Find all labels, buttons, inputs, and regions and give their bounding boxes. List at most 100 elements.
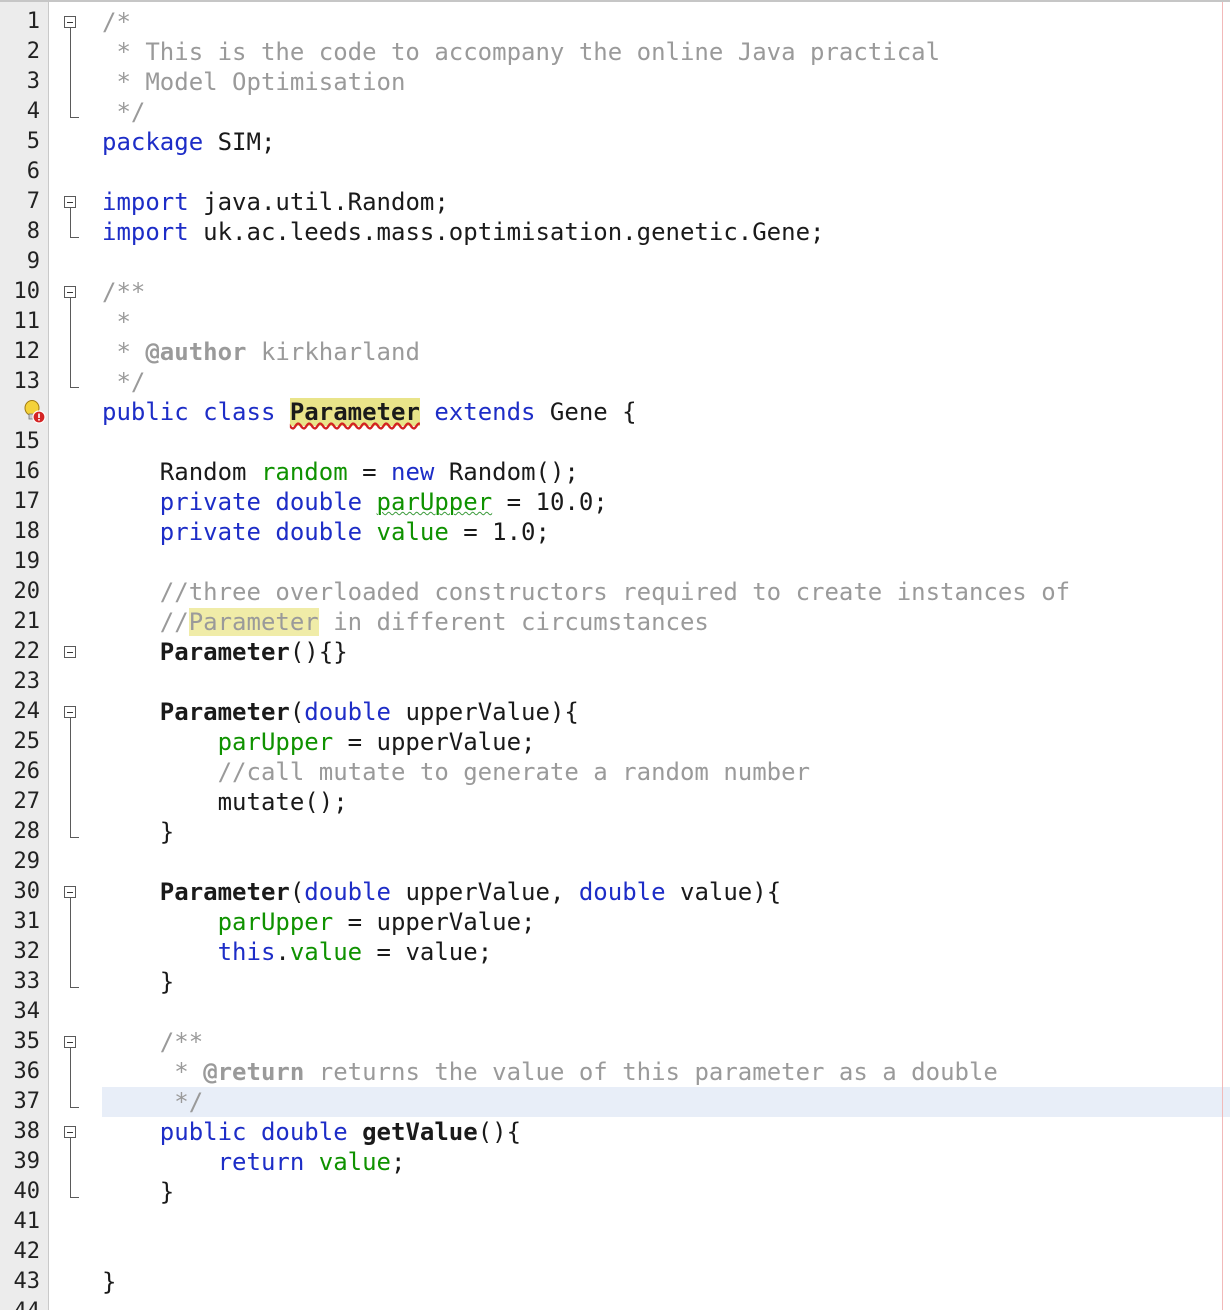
line-number[interactable]: 40 [0, 1177, 41, 1207]
code-line[interactable]: //call mutate to generate a random numbe… [102, 757, 1230, 787]
code-line[interactable]: import uk.ac.leeds.mass.optimisation.gen… [102, 217, 1230, 247]
code-line[interactable]: Parameter(double upperValue){ [102, 697, 1230, 727]
fold-toggle-icon[interactable] [64, 286, 76, 298]
line-number[interactable]: 41 [0, 1207, 41, 1237]
code-line[interactable]: /** [102, 1027, 1230, 1057]
line-number[interactable]: 4 [0, 97, 40, 127]
code-line[interactable]: /** [102, 277, 1230, 307]
code-line[interactable]: return value; [102, 1147, 1230, 1177]
fold-margin[interactable] [48, 2, 98, 1310]
code-editor[interactable]: 1 2 3 4 5 6 7 8 9 10 11 12 13 15 16 17 18 19 20 21 22 23 24 25 2… [0, 0, 1230, 1310]
code-line[interactable]: Random random = new Random(); [102, 457, 1230, 487]
line-number[interactable]: 29 [0, 847, 41, 877]
line-number[interactable]: 33 [0, 967, 41, 997]
line-number[interactable]: 39 [0, 1147, 41, 1177]
code-line[interactable]: } [102, 817, 1230, 847]
code-line[interactable]: public double getValue(){ [102, 1117, 1230, 1147]
line-number[interactable]: 32 [0, 937, 41, 967]
fold-toggle-icon[interactable] [64, 706, 76, 718]
line-number[interactable]: 23 [0, 667, 41, 697]
code-line[interactable]: } [102, 967, 1230, 997]
line-number[interactable]: 10 [0, 277, 41, 307]
code-line[interactable] [102, 1207, 1230, 1237]
fold-toggle-icon[interactable] [64, 646, 76, 658]
fold-toggle-icon[interactable] [64, 16, 76, 28]
code-line[interactable]: * @author kirkharland [102, 337, 1230, 367]
line-number[interactable]: 9 [0, 247, 40, 277]
code-line[interactable]: private double value = 1.0; [102, 517, 1230, 547]
code-line[interactable] [102, 1297, 1230, 1310]
code-line[interactable]: */ [102, 1087, 1230, 1117]
line-number[interactable]: 3 [0, 67, 40, 97]
line-number[interactable]: 43 [0, 1267, 41, 1297]
code-line[interactable]: parUpper = upperValue; [102, 907, 1230, 937]
line-number[interactable]: 1 [0, 7, 40, 37]
line-number[interactable]: 16 [0, 457, 41, 487]
line-number[interactable]: 17 [0, 487, 41, 517]
code-line[interactable]: * This is the code to accompany the onli… [102, 37, 1230, 67]
code-line[interactable] [102, 1237, 1230, 1267]
code-line[interactable]: //three overloaded constructors required… [102, 577, 1230, 607]
fold-toggle-icon[interactable] [64, 886, 76, 898]
code-line[interactable]: * Model Optimisation [102, 67, 1230, 97]
line-number[interactable]: 44 [0, 1297, 41, 1310]
line-number[interactable]: 37 [0, 1087, 41, 1117]
code-line[interactable] [102, 547, 1230, 577]
line-number[interactable]: 22 [0, 637, 41, 667]
line-number[interactable]: 21 [0, 607, 41, 637]
line-number[interactable]: 5 [0, 127, 40, 157]
line-number[interactable]: 15 [0, 427, 41, 457]
line-number[interactable]: 38 [0, 1117, 41, 1147]
fold-toggle-icon[interactable] [64, 1126, 76, 1138]
line-number[interactable]: 35 [0, 1027, 41, 1057]
line-number[interactable]: 42 [0, 1237, 41, 1267]
code-line[interactable] [102, 667, 1230, 697]
line-number[interactable]: 7 [0, 187, 40, 217]
line-number[interactable]: 34 [0, 997, 41, 1027]
lightbulb-error-icon[interactable] [22, 399, 48, 425]
code-line[interactable]: import java.util.Random; [102, 187, 1230, 217]
line-number[interactable]: 28 [0, 817, 41, 847]
fold-toggle-icon[interactable] [64, 196, 76, 208]
code-line[interactable]: parUpper = upperValue; [102, 727, 1230, 757]
code-line[interactable]: private double parUpper = 10.0; [102, 487, 1230, 517]
line-number[interactable]: 19 [0, 547, 41, 577]
code-line[interactable]: //Parameter in different circumstances [102, 607, 1230, 637]
code-line[interactable]: /* [102, 7, 1230, 37]
line-number[interactable]: 30 [0, 877, 41, 907]
line-number[interactable]: 26 [0, 757, 41, 787]
code-line[interactable]: */ [102, 367, 1230, 397]
code-line[interactable]: this.value = value; [102, 937, 1230, 967]
fold-toggle-icon[interactable] [64, 1036, 76, 1048]
code-line[interactable]: */ [102, 97, 1230, 127]
line-number[interactable]: 13 [0, 367, 41, 397]
code-line[interactable]: package SIM; [102, 127, 1230, 157]
code-line[interactable]: Parameter(){} [102, 637, 1230, 667]
code-line[interactable]: mutate(); [102, 787, 1230, 817]
line-number[interactable]: 20 [0, 577, 41, 607]
code-line[interactable]: Parameter(double upperValue, double valu… [102, 877, 1230, 907]
line-number[interactable]: 27 [0, 787, 41, 817]
line-number[interactable]: 12 [0, 337, 41, 367]
line-number[interactable]: 11 [0, 307, 41, 337]
code-line[interactable]: } [102, 1177, 1230, 1207]
code-line[interactable] [102, 247, 1230, 277]
line-number[interactable]: 24 [0, 697, 41, 727]
line-number-gutter[interactable]: 1 2 3 4 5 6 7 8 9 10 11 12 13 15 16 17 18 19 20 21 22 23 24 25 2… [0, 2, 49, 1310]
line-number[interactable]: 31 [0, 907, 41, 937]
code-line[interactable] [102, 847, 1230, 877]
code-line[interactable]: public class Parameter extends Gene { [102, 397, 1230, 427]
code-line[interactable] [102, 997, 1230, 1027]
line-number[interactable]: 8 [0, 217, 40, 247]
code-line[interactable]: * [102, 307, 1230, 337]
line-number[interactable]: 25 [0, 727, 41, 757]
code-line[interactable] [102, 427, 1230, 457]
code-line[interactable] [102, 157, 1230, 187]
code-line[interactable]: * @return returns the value of this para… [102, 1057, 1230, 1087]
line-number[interactable]: 18 [0, 517, 41, 547]
line-number[interactable]: 6 [0, 157, 40, 187]
code-area[interactable]: /* * This is the code to accompany the o… [102, 2, 1230, 1310]
code-line[interactable]: } [102, 1267, 1230, 1297]
line-number[interactable]: 2 [0, 37, 40, 67]
line-number[interactable]: 36 [0, 1057, 41, 1087]
